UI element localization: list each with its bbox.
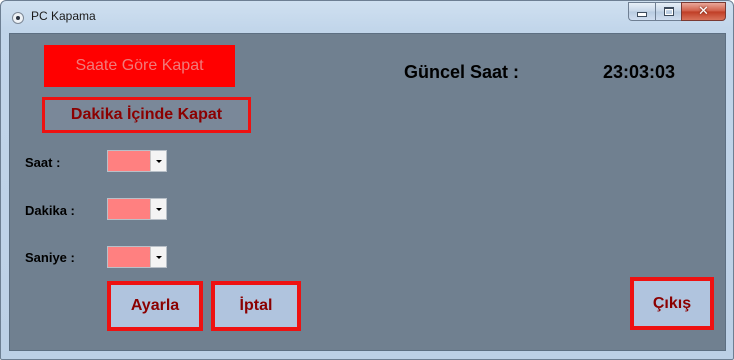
chevron-down-icon	[155, 207, 162, 211]
minimize-icon	[637, 12, 647, 17]
minimize-button[interactable]	[628, 2, 655, 21]
maximize-icon	[663, 7, 674, 16]
app-icon[interactable]	[12, 12, 24, 24]
exit-button[interactable]: Çıkış	[630, 277, 714, 330]
caption-buttons: ✕	[628, 2, 726, 21]
second-select[interactable]	[107, 246, 167, 268]
minute-label: Dakika :	[25, 203, 75, 218]
close-icon: ✕	[698, 4, 709, 19]
close-button[interactable]: ✕	[681, 2, 726, 21]
set-button[interactable]: Ayarla	[107, 281, 203, 331]
minute-select-value	[108, 199, 150, 219]
cancel-button[interactable]: İptal	[211, 281, 301, 331]
shutdown-in-minutes-button[interactable]: Dakika İçinde Kapat	[42, 97, 251, 133]
client-area: Saate Göre Kapat Dakika İçinde Kapat Gün…	[9, 33, 726, 351]
shutdown-by-time-button[interactable]: Saate Göre Kapat	[44, 45, 235, 87]
minute-select[interactable]	[107, 198, 167, 220]
hour-select[interactable]	[107, 150, 167, 172]
second-select-value	[108, 247, 150, 267]
hour-select-value	[108, 151, 150, 171]
minute-select-dropdown[interactable]	[150, 199, 166, 219]
current-time-value: 23:03:03	[603, 62, 676, 82]
second-label: Saniye :	[25, 250, 75, 265]
window-title: PC Kapama	[31, 9, 96, 23]
hour-label: Saat :	[25, 155, 61, 170]
second-select-dropdown[interactable]	[150, 247, 166, 267]
title-bar[interactable]: PC Kapama ✕	[1, 1, 733, 33]
hour-select-dropdown[interactable]	[150, 151, 166, 171]
current-time-label: Güncel Saat :	[404, 62, 520, 82]
maximize-button[interactable]	[655, 2, 681, 21]
app-window: PC Kapama ✕ Saate Göre Kapat Dakika İçin…	[0, 0, 734, 360]
chevron-down-icon	[155, 255, 162, 259]
chevron-down-icon	[155, 159, 162, 163]
